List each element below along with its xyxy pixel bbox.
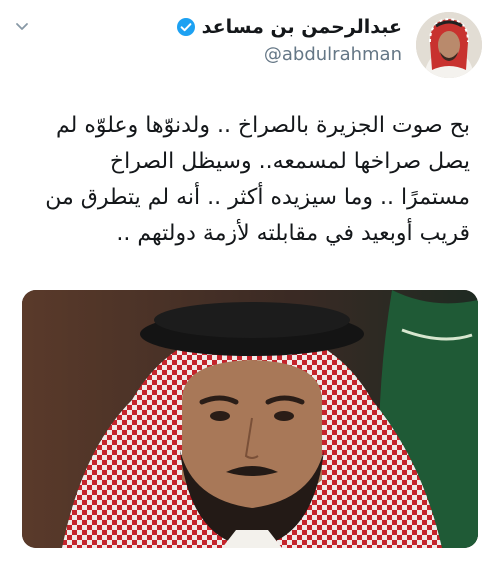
avatar[interactable] xyxy=(416,12,482,78)
chevron-down-icon[interactable] xyxy=(14,18,30,34)
tweet-media-photo[interactable] xyxy=(22,290,478,548)
tweet-header: عبدالرحمن بن مساعد @abdulrahman xyxy=(0,0,500,90)
verified-badge-icon xyxy=(176,17,196,37)
tweet-text-line: مستمرًا .. وما سيزيده أكثر .. أنه لم يتط… xyxy=(45,185,470,210)
author-name-row[interactable]: عبدالرحمن بن مساعد xyxy=(176,14,402,40)
tweet-text: بح صوت الجزيرة بالصراخ .. ولدنوّها وعلوّ… xyxy=(20,108,470,252)
tweet-text-line: يصل صراخها لمسمعه.. وسيظل الصراخ xyxy=(109,149,470,174)
tweet-text-line: بح صوت الجزيرة بالصراخ .. ولدنوّها وعلوّ… xyxy=(56,113,470,138)
author-display-name[interactable]: عبدالرحمن بن مساعد xyxy=(202,16,402,38)
author-handle[interactable]: @abdulrahman xyxy=(264,44,402,65)
tweet-text-line: قريب أوبعيد في مقابلته لأزمة دولتهم .. xyxy=(116,221,470,246)
